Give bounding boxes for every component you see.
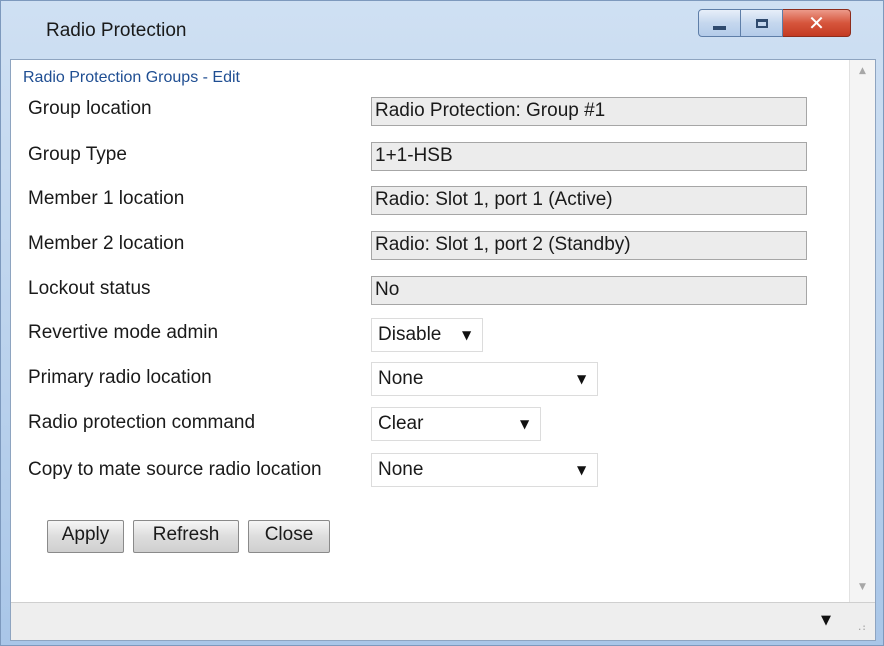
- vertical-scrollbar[interactable]: ▲ ▼: [849, 60, 875, 602]
- chevron-down-icon[interactable]: ▼: [821, 613, 831, 628]
- chevron-down-icon: ▼: [520, 417, 530, 431]
- minimize-icon: [713, 26, 726, 30]
- revertive-mode-admin-value: Disable: [378, 324, 442, 345]
- radio-protection-command-label: Radio protection command: [28, 412, 256, 433]
- caption-buttons: ✕: [698, 9, 851, 39]
- close-button[interactable]: Close: [248, 520, 330, 553]
- chevron-down-icon: ▼: [577, 463, 587, 477]
- scroll-down-icon[interactable]: ▼: [850, 582, 875, 592]
- window-title: Radio Protection: [46, 20, 187, 41]
- apply-button[interactable]: Apply: [47, 520, 124, 553]
- scroll-up-icon[interactable]: ▲: [850, 66, 875, 76]
- close-icon: ✕: [808, 11, 825, 35]
- member-1-location-field: Radio: Slot 1, port 1 (Active): [371, 186, 807, 215]
- minimize-button[interactable]: [698, 9, 741, 37]
- radio-protection-command-select[interactable]: Clear ▼: [371, 407, 541, 441]
- copy-to-mate-source-label: Copy to mate source radio location: [28, 459, 322, 480]
- group-location-field: Radio Protection: Group #1: [371, 97, 807, 126]
- maximize-icon: [755, 18, 768, 28]
- maximize-button[interactable]: [741, 9, 783, 37]
- resize-grip-icon[interactable]: .:: [857, 623, 867, 633]
- refresh-button[interactable]: Refresh: [133, 520, 239, 553]
- status-bar: ▼ .:: [11, 602, 875, 640]
- copy-to-mate-source-select[interactable]: None ▼: [371, 453, 598, 487]
- primary-radio-location-value: None: [378, 368, 424, 389]
- radio-protection-command-value: Clear: [378, 413, 424, 434]
- title-bar[interactable]: Radio Protection ✕: [1, 1, 883, 59]
- revertive-mode-admin-select[interactable]: Disable ▼: [371, 318, 483, 352]
- lockout-status-label: Lockout status: [28, 278, 151, 299]
- primary-radio-location-label: Primary radio location: [28, 367, 212, 388]
- chevron-down-icon: ▼: [577, 372, 587, 386]
- lockout-status-field: No: [371, 276, 807, 305]
- group-location-label: Group location: [28, 98, 152, 119]
- member-1-location-label: Member 1 location: [28, 188, 185, 209]
- primary-radio-location-select[interactable]: None ▼: [371, 362, 598, 396]
- member-2-location-label: Member 2 location: [28, 233, 185, 254]
- close-window-button[interactable]: ✕: [783, 9, 851, 37]
- section-title: Radio Protection Groups - Edit: [23, 69, 240, 86]
- form-area: Radio Protection Groups - Edit Group loc…: [11, 60, 849, 602]
- group-type-field: 1+1-HSB: [371, 142, 807, 171]
- group-type-label: Group Type: [28, 144, 127, 165]
- revertive-mode-admin-label: Revertive mode admin: [28, 322, 219, 343]
- copy-to-mate-source-value: None: [378, 459, 424, 480]
- chevron-down-icon: ▼: [462, 328, 472, 342]
- dialog-body: Radio Protection Groups - Edit Group loc…: [10, 59, 876, 641]
- dialog-window: Radio Protection ✕ Radio Protection Grou…: [0, 0, 884, 646]
- member-2-location-field: Radio: Slot 1, port 2 (Standby): [371, 231, 807, 260]
